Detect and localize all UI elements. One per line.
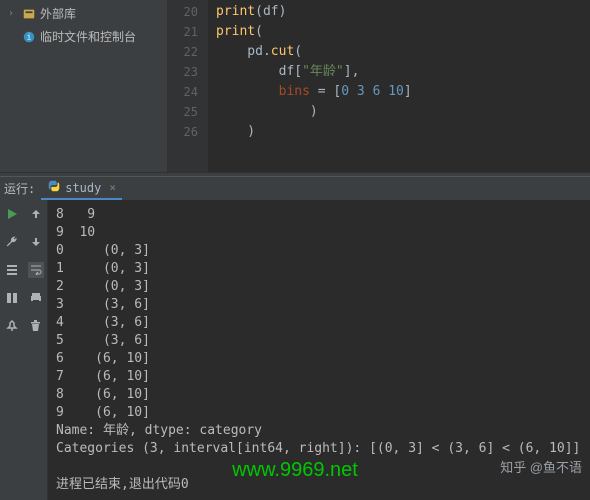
wrench-button[interactable] bbox=[4, 234, 20, 250]
code-editor[interactable]: 20212223242526 print(df)print( pd.cut( d… bbox=[168, 0, 590, 172]
run-toolbar-secondary bbox=[24, 200, 48, 500]
chevron-right-icon: › bbox=[8, 8, 18, 19]
tree-item-external-libs[interactable]: › 外部库 bbox=[0, 2, 167, 25]
up-arrow-button[interactable] bbox=[28, 206, 44, 222]
tree-item-scratches[interactable]: i 临时文件和控制台 bbox=[0, 25, 167, 48]
play-button[interactable] bbox=[4, 206, 20, 222]
trash-button[interactable] bbox=[28, 318, 44, 334]
project-tree: › 外部库 i 临时文件和控制台 bbox=[0, 0, 168, 172]
tree-item-label: 外部库 bbox=[40, 5, 76, 22]
soft-wrap-button[interactable] bbox=[28, 262, 44, 278]
code-content[interactable]: print(df)print( pd.cut( df["年龄"], bins =… bbox=[208, 0, 590, 172]
down-arrow-button[interactable] bbox=[28, 234, 44, 250]
run-panel-label: 运行: bbox=[4, 180, 35, 197]
tree-item-label: 临时文件和控制台 bbox=[40, 28, 136, 45]
run-panel-header: 运行: study × bbox=[0, 176, 590, 200]
pin-button[interactable] bbox=[4, 318, 20, 334]
stack-button[interactable] bbox=[4, 262, 20, 278]
run-toolbar-primary bbox=[0, 200, 24, 500]
run-tab[interactable]: study × bbox=[41, 177, 122, 200]
python-icon bbox=[47, 179, 61, 196]
svg-text:i: i bbox=[27, 32, 32, 41]
line-gutter: 20212223242526 bbox=[168, 0, 208, 172]
console-output[interactable]: 8 9 9 10 0 (0, 3] 1 (0, 3] 2 (0, 3] 3 (3… bbox=[48, 200, 590, 500]
print-button[interactable] bbox=[28, 290, 44, 306]
scratch-icon: i bbox=[22, 30, 36, 44]
close-icon[interactable]: × bbox=[109, 181, 116, 194]
layout-button[interactable] bbox=[4, 290, 20, 306]
run-tab-label: study bbox=[65, 181, 101, 195]
library-icon bbox=[22, 7, 36, 21]
